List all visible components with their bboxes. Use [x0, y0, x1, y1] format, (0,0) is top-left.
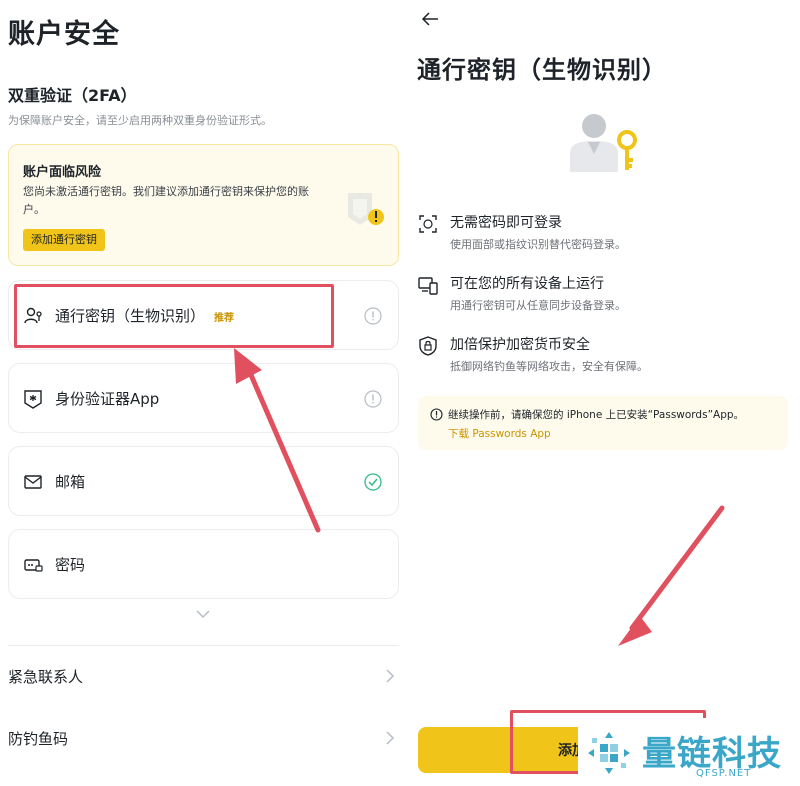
method-authenticator[interactable]: 身份验证器App — [8, 363, 399, 433]
info-icon — [430, 408, 443, 421]
password-icon — [24, 559, 43, 572]
authenticator-icon — [24, 390, 42, 409]
back-arrow-icon[interactable] — [420, 10, 440, 28]
divider — [8, 645, 399, 646]
feature-title: 加倍保护加密货币安全 — [450, 337, 590, 353]
feature-subtitle: 用通行密钥可从任意同步设备登录。 — [450, 299, 626, 312]
feature-passwordless: 无需密码即可登录 使用面部或指纹识别替代密码登录。 — [418, 212, 788, 252]
method-label: 身份验证器App — [55, 390, 160, 408]
risk-warning-card: 账户面临风险 您尚未激活通行密钥。我们建议添加通行密钥来保护您的账户。 添加通行… — [8, 144, 399, 266]
feature-subtitle: 使用面部或指纹识别替代密码登录。 — [450, 238, 626, 251]
feature-all-devices: 可在您的所有设备上运行 用通行密钥可从任意同步设备登录。 — [418, 273, 788, 313]
anti-phishing-code-row[interactable]: 防钓鱼码 — [8, 720, 399, 756]
info-icon — [364, 307, 382, 325]
account-security-panel: 账户安全 双重验证（2FA） 为保障账户安全，请至少启用两种双重身份验证形式。 … — [0, 0, 410, 786]
download-passwords-link[interactable]: 下载 Passwords App — [448, 426, 551, 441]
page-title: 账户安全 — [8, 19, 120, 50]
risk-text: 您尚未激活通行密钥。我们建议添加通行密钥来保护您的账户。 — [23, 185, 309, 216]
install-notice: 继续操作前，请确保您的 iPhone 上已安装“Passwords”App。 下… — [418, 396, 788, 450]
row-label: 防钓鱼码 — [8, 730, 69, 748]
watermark: 量链科技 QFSP.NET — [578, 718, 800, 786]
twofa-subtitle: 为保障账户安全，请至少启用两种双重身份验证形式。 — [8, 114, 272, 127]
annotation-highlight-box — [14, 284, 334, 348]
notice-text: 继续操作前，请确保您的 iPhone 上已安装“Passwords”App。 — [448, 409, 745, 421]
twofa-title: 双重验证（2FA） — [8, 86, 137, 105]
method-email[interactable]: 邮箱 — [8, 446, 399, 516]
risk-title: 账户面临风险 — [23, 165, 102, 180]
row-label: 紧急联系人 — [8, 668, 84, 686]
chevron-right-icon — [386, 731, 395, 745]
add-passkey-button[interactable]: 添加通行密钥 — [23, 229, 105, 251]
passkey-title: 通行密钥（生物识别） — [417, 56, 667, 84]
mail-icon — [24, 475, 42, 489]
devices-icon — [418, 277, 438, 295]
chevron-down-icon[interactable] — [194, 607, 212, 621]
info-icon — [364, 390, 382, 408]
check-circle-icon — [364, 473, 382, 491]
feature-title: 无需密码即可登录 — [450, 215, 562, 231]
feature-title: 可在您的所有设备上运行 — [450, 276, 604, 292]
feature-subtitle: 抵御网络钓鱼等网络攻击，安全有保障。 — [450, 360, 648, 373]
method-password[interactable]: 密码 — [8, 529, 399, 599]
method-label: 密码 — [55, 556, 86, 574]
warning-passkey-icon — [348, 193, 384, 225]
passkey-detail-panel: 通行密钥（生物识别） 无需密码即可登录 使用面部或指纹识别替代密码登录。 可在您… — [410, 0, 800, 786]
face-scan-icon — [419, 215, 437, 233]
watermark-url: QFSP.NET — [696, 768, 752, 779]
user-key-illustration-icon — [570, 114, 637, 172]
watermark-logo-icon — [588, 732, 630, 774]
feature-crypto-security: 加倍保护加密货币安全 抵御网络钓鱼等网络攻击，安全有保障。 — [418, 334, 788, 374]
shield-lock-icon — [419, 336, 437, 356]
emergency-contact-row[interactable]: 紧急联系人 — [8, 658, 399, 694]
method-label: 邮箱 — [55, 473, 86, 491]
chevron-right-icon — [386, 669, 395, 683]
